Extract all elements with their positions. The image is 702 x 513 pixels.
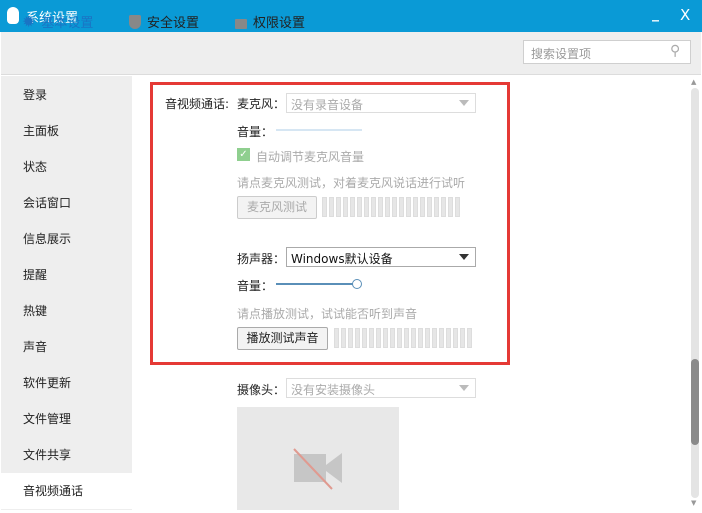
chevron-down-icon xyxy=(459,385,469,391)
sidebar-item-file-sharing[interactable]: 文件共享 xyxy=(1,437,132,473)
tab-basic-settings[interactable]: ✹ 基本设置 xyxy=(22,12,93,31)
qq-logo-icon xyxy=(7,7,19,24)
tab-label: 基本设置 xyxy=(41,16,94,31)
tab-label: 安全设置 xyxy=(147,16,200,31)
camera-label: 摄像头： xyxy=(237,383,286,397)
sidebar-item-info-display[interactable]: 信息展示 xyxy=(1,221,132,257)
scroll-thumb[interactable] xyxy=(691,359,699,445)
search-input[interactable]: 搜索设置项 xyxy=(523,40,691,64)
chevron-down-icon xyxy=(459,100,469,106)
sidebar-item-hotkeys[interactable]: 热键 xyxy=(1,293,132,329)
speaker-level-meter xyxy=(334,328,472,348)
camera-select[interactable]: 没有安装摄像头 xyxy=(286,378,476,398)
sidebar-item-reminder[interactable]: 提醒 xyxy=(1,257,132,293)
speaker-select-value: Windows默认设备 xyxy=(291,252,393,266)
speaker-volume-label: 音量： xyxy=(237,279,274,293)
scrollbar[interactable]: ▲ ▼ xyxy=(689,78,700,508)
gear-icon: ✹ xyxy=(22,12,36,31)
speaker-volume-slider[interactable] xyxy=(276,283,354,285)
play-test-sound-button[interactable]: 播放测试声音 xyxy=(237,327,328,350)
tab-permission-settings[interactable]: 权限设置 xyxy=(235,12,305,31)
shield-icon xyxy=(129,14,141,29)
sidebar-item-software-update[interactable]: 软件更新 xyxy=(1,365,132,401)
auto-adjust-label: 自动调节麦克风音量 xyxy=(256,150,365,164)
sidebar-item-status[interactable]: 状态 xyxy=(1,149,132,185)
highlight-box xyxy=(150,82,510,365)
close-button[interactable]: X xyxy=(680,6,690,24)
speaker-hint: 请点播放测试，试试能否听到声音 xyxy=(237,307,418,321)
camera-preview xyxy=(237,407,399,510)
camera-off-icon xyxy=(293,448,342,490)
mic-test-button[interactable]: 麦克风测试 xyxy=(237,196,317,219)
camera-select-value: 没有安装摄像头 xyxy=(291,383,376,397)
title-bar xyxy=(0,0,702,32)
chevron-down-icon xyxy=(459,254,469,260)
sidebar-item-file-management[interactable]: 文件管理 xyxy=(1,401,132,437)
mic-select[interactable]: 没有录音设备 xyxy=(286,93,476,113)
slider-knob[interactable] xyxy=(352,279,362,289)
speaker-label: 扬声器： xyxy=(237,252,286,266)
lock-icon xyxy=(235,19,247,29)
auto-adjust-checkbox[interactable]: ✓ xyxy=(237,148,250,161)
sidebar-item-av-call[interactable]: 音视频通话 xyxy=(1,473,132,509)
mic-volume-label: 音量： xyxy=(237,125,274,139)
mic-volume-slider[interactable] xyxy=(276,129,362,131)
sidebar-item-main-panel[interactable]: 主面板 xyxy=(1,113,132,149)
mic-label: 麦克风： xyxy=(237,97,286,111)
tab-security-settings[interactable]: 安全设置 xyxy=(129,12,199,31)
scroll-down-icon[interactable]: ▼ xyxy=(691,499,696,507)
tab-label: 权限设置 xyxy=(253,16,306,31)
mic-level-meter xyxy=(322,197,460,217)
scroll-up-icon[interactable]: ▲ xyxy=(691,78,696,86)
sidebar-item-sound[interactable]: 声音 xyxy=(1,329,132,365)
minimize-button[interactable]: _ xyxy=(652,6,659,22)
mic-select-value: 没有录音设备 xyxy=(291,98,364,112)
mic-hint: 请点麦克风测试，对着麦克风说话进行试听 xyxy=(237,176,466,190)
sidebar-item-login[interactable]: 登录 xyxy=(1,77,132,113)
speaker-select[interactable]: Windows默认设备 xyxy=(286,247,476,267)
section-label: 音视频通话: xyxy=(165,97,230,111)
sidebar: 登录 主面板 状态 会话窗口 信息展示 提醒 热键 声音 软件更新 文件管理 文… xyxy=(1,76,132,510)
sidebar-item-chat-window[interactable]: 会话窗口 xyxy=(1,185,132,221)
search-icon[interactable]: ⚲ xyxy=(670,43,680,59)
